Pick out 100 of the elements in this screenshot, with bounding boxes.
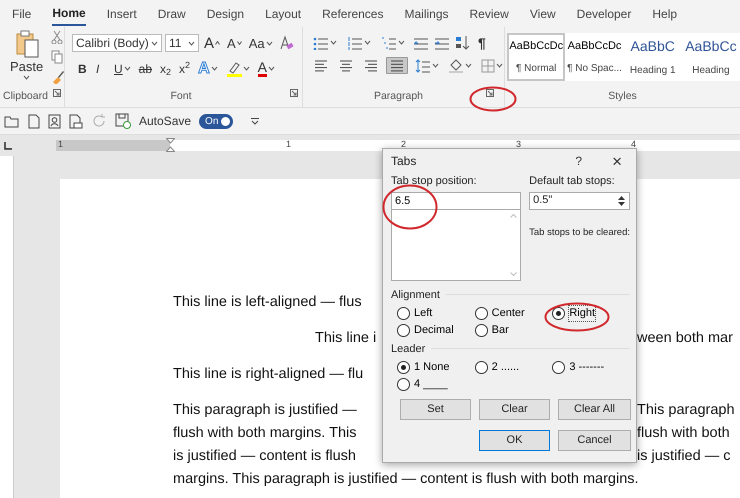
document-icon[interactable] xyxy=(28,114,40,128)
ribbon-tab[interactable]: Design xyxy=(206,4,244,26)
ribbon-tab[interactable]: Review xyxy=(470,4,509,26)
format-button[interactable]: B xyxy=(76,62,90,74)
change-case-button[interactable]: Aa xyxy=(246,36,275,50)
format-button[interactable]: ab xyxy=(136,62,154,74)
document-text: ween both mar xyxy=(637,329,733,348)
font-name-dropdown[interactable]: Calibri (Body) xyxy=(72,34,162,52)
increase-indent-icon[interactable] xyxy=(434,36,449,50)
leader-radio[interactable]: 1 None xyxy=(397,360,450,374)
radio-circle[interactable] xyxy=(397,324,410,336)
spin-arrows-icon xyxy=(617,194,626,208)
format-button[interactable]: U xyxy=(112,62,133,74)
leader-radio[interactable]: 4 ____ xyxy=(397,376,448,392)
ruler-number: 2 xyxy=(400,138,406,151)
font-color-button[interactable]: A xyxy=(256,60,277,77)
ribbon-tab[interactable]: Insert xyxy=(106,4,137,26)
caret-icon xyxy=(465,63,472,68)
dialog-launcher-icon[interactable] xyxy=(53,89,61,98)
caret-icon xyxy=(496,63,503,68)
caret-icon xyxy=(23,75,30,80)
leader-radio[interactable]: 3 ------- xyxy=(552,360,604,374)
dialog-button[interactable]: Cancel xyxy=(558,430,631,450)
borders-button[interactable] xyxy=(479,58,505,72)
ribbon-tab[interactable]: Layout xyxy=(265,4,302,26)
line-spacing-button[interactable] xyxy=(413,58,441,72)
font-size-dropdown[interactable]: 11 xyxy=(165,34,199,52)
radio-circle[interactable] xyxy=(474,360,488,374)
folder-icon[interactable] xyxy=(4,114,20,128)
ribbon-tab[interactable]: Developer xyxy=(576,4,632,26)
radio-circle[interactable] xyxy=(474,324,488,336)
copy-icon[interactable] xyxy=(51,50,64,64)
paste-button[interactable]: Paste xyxy=(8,30,46,84)
grow-font-button[interactable]: A xyxy=(202,36,222,50)
group-label: Font xyxy=(170,89,192,104)
numbered-list-icon xyxy=(347,36,363,50)
scissors-icon[interactable] xyxy=(51,30,64,44)
bullets-button[interactable] xyxy=(311,36,339,50)
document-text: This line is right-aligned — flu xyxy=(173,366,364,382)
ruler-number: 1 xyxy=(286,138,291,151)
caret-icon xyxy=(266,40,273,46)
sort-icon[interactable] xyxy=(455,35,470,50)
ribbon-tab[interactable]: Mailings xyxy=(404,4,448,26)
tab-selector-icon[interactable] xyxy=(4,142,12,150)
print-preview-icon[interactable] xyxy=(69,114,83,128)
clear-formatting-icon[interactable] xyxy=(278,35,294,51)
format-button[interactable]: x$_{2}$ xyxy=(158,62,174,74)
multilevel-list-button[interactable] xyxy=(379,36,407,50)
format-button[interactable]: I xyxy=(94,62,108,74)
annotation-circle xyxy=(469,86,517,112)
shrink-font-button[interactable]: A xyxy=(225,36,244,50)
customize-toolbar-icon[interactable] xyxy=(251,118,260,124)
ribbon-tab[interactable]: File xyxy=(12,4,32,26)
dialog-button[interactable]: Clear All xyxy=(558,398,631,420)
borders-icon xyxy=(481,58,495,72)
radio-circle[interactable] xyxy=(552,360,566,374)
indent-marker-icon[interactable] xyxy=(166,138,175,152)
dialog-button[interactable]: OK xyxy=(479,430,550,450)
caret-icon xyxy=(151,40,158,46)
tab-stop-position-field[interactable]: 6.5 xyxy=(391,192,522,210)
close-button[interactable]: × xyxy=(610,152,624,170)
document-text: This paragraph xyxy=(637,401,735,420)
radio-circle[interactable] xyxy=(397,378,410,390)
caret-icon xyxy=(210,66,218,71)
ribbon-tab[interactable]: Help xyxy=(652,4,678,26)
leader-radio[interactable]: 2 ...... xyxy=(474,360,520,374)
format-button[interactable]: x$^{2}$ xyxy=(177,62,192,74)
alignment-radio[interactable]: Bar xyxy=(474,322,509,338)
show-marks-button[interactable]: ¶ xyxy=(476,36,488,50)
align-icon xyxy=(389,58,405,73)
save-sync-icon[interactable] xyxy=(115,113,131,129)
alignment-radio[interactable]: Left xyxy=(397,306,432,320)
ribbon-tab[interactable]: Draw xyxy=(158,4,186,26)
ribbon-tab[interactable]: View xyxy=(530,4,556,26)
document-text: is justified — content is flush xyxy=(173,448,356,464)
decrease-indent-icon[interactable] xyxy=(413,36,428,50)
alignment-radio[interactable]: Decimal xyxy=(397,322,454,338)
brush-icon[interactable] xyxy=(51,70,66,84)
radio-circle[interactable] xyxy=(397,306,410,320)
dialog-button[interactable]: Set xyxy=(400,398,471,420)
radio-circle[interactable] xyxy=(397,360,410,374)
person-card-icon[interactable] xyxy=(48,114,61,128)
dialog-launcher-icon[interactable] xyxy=(290,89,298,98)
shading-button[interactable] xyxy=(446,58,474,73)
help-button[interactable]: ? xyxy=(573,155,584,167)
dialog-launcher-icon[interactable] xyxy=(486,89,494,98)
align-justify-button[interactable] xyxy=(386,57,408,74)
ribbon-tab[interactable]: References xyxy=(322,4,384,26)
caret-icon xyxy=(242,66,250,71)
autosave-toggle[interactable]: On xyxy=(199,114,234,128)
bulleted-list-icon xyxy=(313,36,329,50)
radio-circle[interactable] xyxy=(474,306,488,320)
style-gallery-item[interactable]: AaBbCcDc ¶ Normal xyxy=(507,33,566,81)
clipboard-icon xyxy=(14,30,39,58)
default-tab-stops-spinner[interactable]: 0.5" xyxy=(529,192,630,210)
align-icon xyxy=(338,58,354,73)
alignment-radio[interactable]: Center xyxy=(474,306,525,320)
radio-circle[interactable] xyxy=(552,306,566,320)
ruler-number: 3 xyxy=(516,138,521,151)
dialog-button[interactable]: Clear xyxy=(479,398,550,420)
